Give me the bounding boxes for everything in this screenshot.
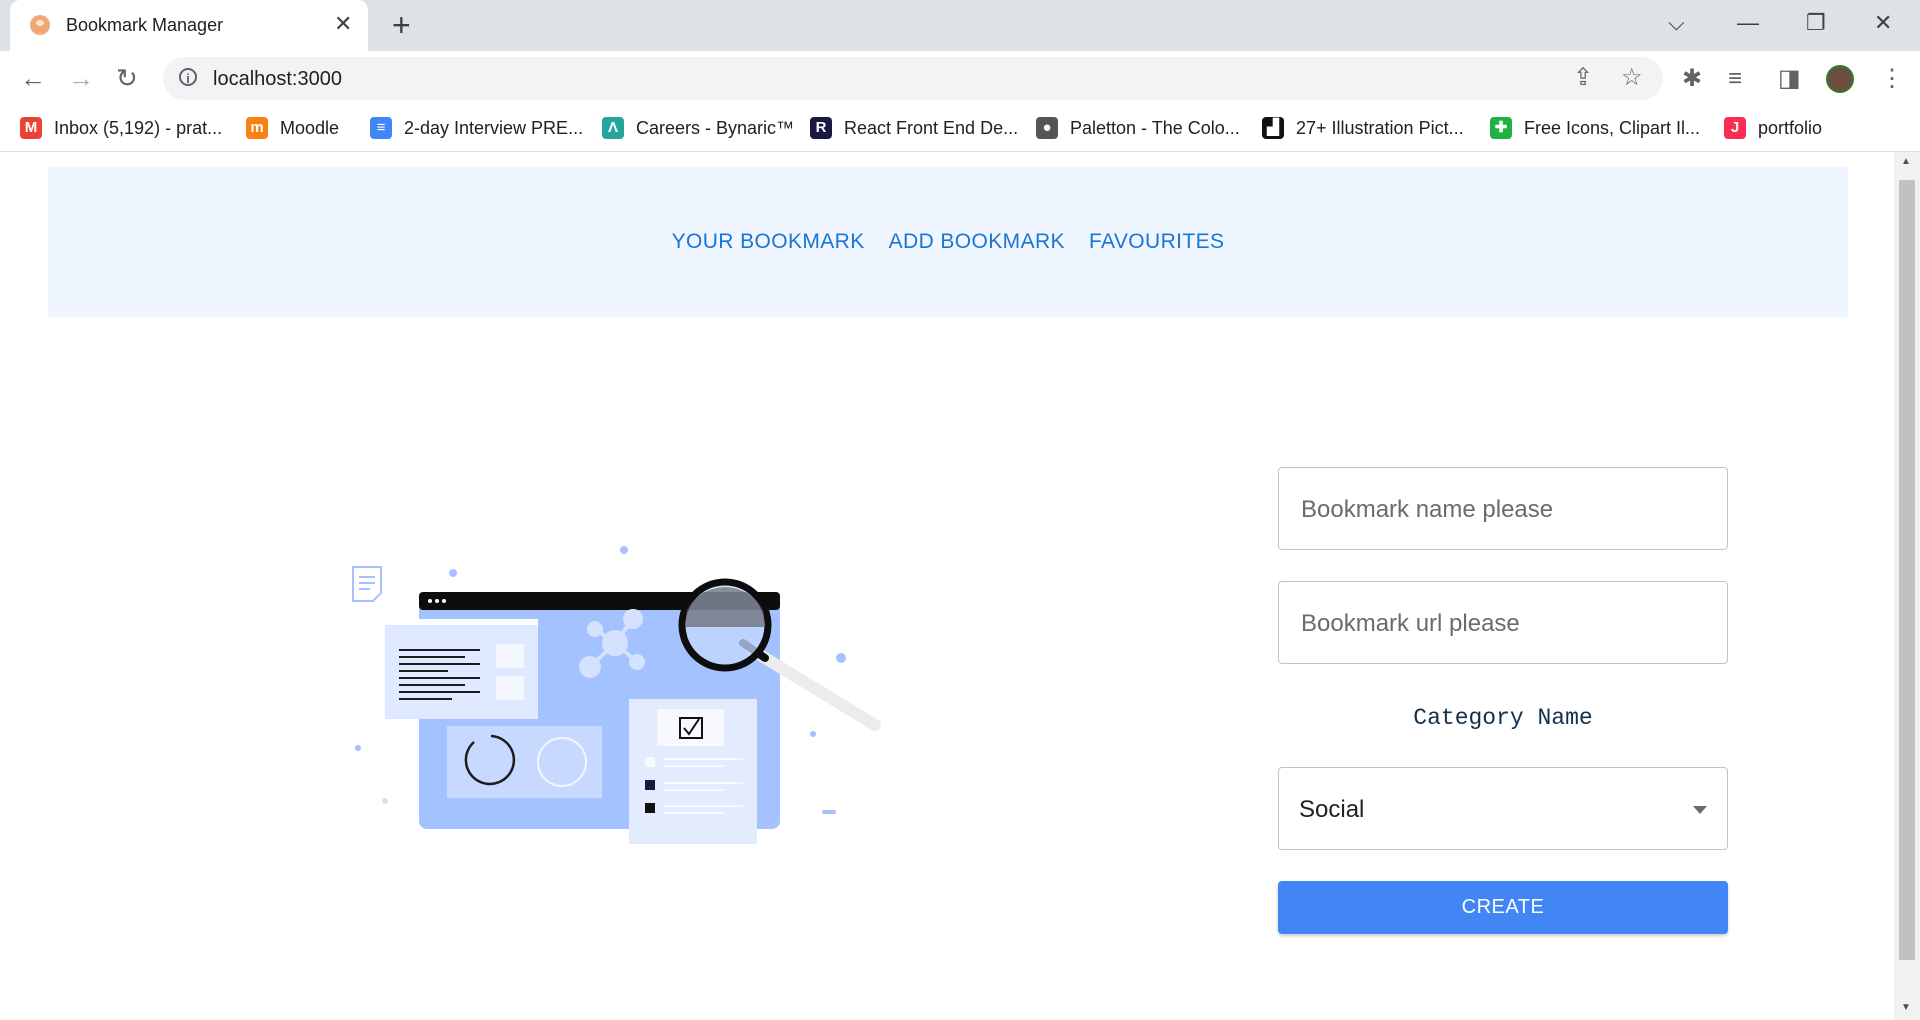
- bookmark-name-field[interactable]: [1278, 467, 1728, 551]
- back-arrow-icon[interactable]: ←: [20, 63, 46, 93]
- vertical-scrollbar[interactable]: ▲ ▼: [1894, 152, 1920, 1020]
- close-tab-icon[interactable]: ✕: [334, 12, 352, 36]
- google-docs-icon: ≡: [370, 117, 392, 139]
- site-info-icon[interactable]: i: [179, 68, 197, 86]
- gmail-icon: M: [20, 117, 42, 139]
- bookmark-item[interactable]: Jportfolio: [1724, 114, 1822, 142]
- extensions-puzzle-icon[interactable]: ✱: [1682, 65, 1702, 93]
- reload-icon[interactable]: ↻: [116, 63, 138, 93]
- bookmark-label: Paletton - The Colo...: [1070, 117, 1240, 138]
- nav-favourites[interactable]: FAVOURITES: [1089, 230, 1224, 254]
- scroll-down-arrow-icon[interactable]: ▼: [1901, 1002, 1911, 1013]
- bookmark-label: Moodle: [280, 117, 340, 138]
- reading-list-icon[interactable]: ≡: [1728, 65, 1742, 93]
- forward-arrow-icon[interactable]: →: [68, 63, 94, 93]
- page-viewport: YOUR BOOKMARK ADD BOOKMARK FAVOURITES Bo…: [0, 152, 1894, 1020]
- paletton-icon: ●: [1036, 117, 1058, 139]
- create-button[interactable]: CREATE: [1278, 881, 1728, 934]
- bookmark-label: 27+ Illustration Pict...: [1296, 117, 1464, 138]
- dropdown-caret-icon: [1693, 806, 1707, 814]
- browser-tab[interactable]: Bookmark Manager ✕: [10, 0, 368, 51]
- app-nav: YOUR BOOKMARK ADD BOOKMARK FAVOURITES: [48, 167, 1848, 317]
- category-label: Category Name: [1413, 705, 1593, 731]
- tab-strip: Bookmark Manager ✕ + ⌵ — ❐ ✕: [0, 0, 1920, 51]
- bookmark-url-input[interactable]: [1299, 582, 1703, 665]
- kebab-menu-icon[interactable]: ⋮: [1880, 65, 1904, 93]
- close-window-icon[interactable]: ✕: [1874, 10, 1892, 36]
- bookmark-star-icon[interactable]: ☆: [1621, 65, 1643, 91]
- browser-toolbar: ← → ↻ i localhost:3000 ⇪ ☆ ✱ ≡ ◨ ⋮: [0, 51, 1920, 106]
- bookmark-name-input[interactable]: [1299, 468, 1703, 551]
- category-select-value: Social: [1299, 796, 1365, 823]
- bookmark-item[interactable]: ✚ Free Icons, Clipart Il...: [1490, 114, 1700, 142]
- bookmark-item[interactable]: m Moodle: [246, 114, 339, 142]
- unsplash-icon: ▟: [1262, 117, 1284, 139]
- side-panel-icon[interactable]: ◨: [1778, 65, 1801, 93]
- tiktok-icon: J: [1724, 117, 1746, 139]
- nav-add-bookmark[interactable]: ADD BOOKMARK: [889, 230, 1065, 254]
- bookmark-item[interactable]: R React Front End De...: [810, 114, 1018, 142]
- bynaric-icon: Λ: [602, 117, 624, 139]
- bookmark-label: Inbox (5,192) - prat...: [54, 117, 223, 138]
- search-illustration: [352, 546, 881, 844]
- tab-search-chevron-icon[interactable]: ⌵: [1668, 10, 1685, 36]
- restore-icon[interactable]: ❐: [1806, 10, 1826, 36]
- bookmarks-bar: M Inbox (5,192) - prat... m Moodle ≡ 2-day In…: [0, 106, 1920, 152]
- app-header: YOUR BOOKMARK ADD BOOKMARK FAVOURITES: [48, 167, 1848, 317]
- bookmark-label: React Front End De...: [844, 117, 1019, 138]
- bookmark-label: Free Icons, Clipart Il...: [1524, 117, 1701, 138]
- profile-avatar[interactable]: [1826, 65, 1854, 93]
- bookmark-label: portfolio: [1758, 117, 1823, 138]
- url-text[interactable]: localhost:3000: [213, 68, 342, 91]
- minimize-icon[interactable]: —: [1737, 10, 1759, 36]
- address-bar[interactable]: i localhost:3000 ⇪ ☆: [163, 57, 1663, 100]
- bookmark-url-field[interactable]: [1278, 581, 1728, 665]
- scroll-thumb[interactable]: [1899, 180, 1915, 960]
- icons8-icon: ✚: [1490, 117, 1512, 139]
- bookmark-item[interactable]: ▟ 27+ Illustration Pict...: [1262, 114, 1464, 142]
- bookmark-item[interactable]: ● Paletton - The Colo...: [1036, 114, 1240, 142]
- bookmark-label: Careers - Bynaric™: [636, 117, 795, 138]
- tab-title: Bookmark Manager: [66, 15, 224, 35]
- bookmark-item[interactable]: Λ Careers - Bynaric™: [602, 114, 794, 142]
- share-icon[interactable]: ⇪: [1573, 65, 1593, 91]
- pumpkin-favicon-icon: [30, 15, 50, 35]
- category-select[interactable]: Social: [1278, 767, 1728, 850]
- bookmark-item[interactable]: M Inbox (5,192) - prat...: [20, 114, 222, 142]
- bookmark-label: 2-day Interview PRE...: [404, 117, 584, 138]
- scroll-up-arrow-icon[interactable]: ▲: [1901, 156, 1911, 167]
- nav-your-bookmark[interactable]: YOUR BOOKMARK: [672, 230, 865, 254]
- react-r-icon: R: [810, 117, 832, 139]
- moodle-icon: m: [246, 117, 268, 139]
- bookmark-item[interactable]: ≡ 2-day Interview PRE...: [370, 114, 583, 142]
- new-tab-icon[interactable]: +: [392, 8, 411, 42]
